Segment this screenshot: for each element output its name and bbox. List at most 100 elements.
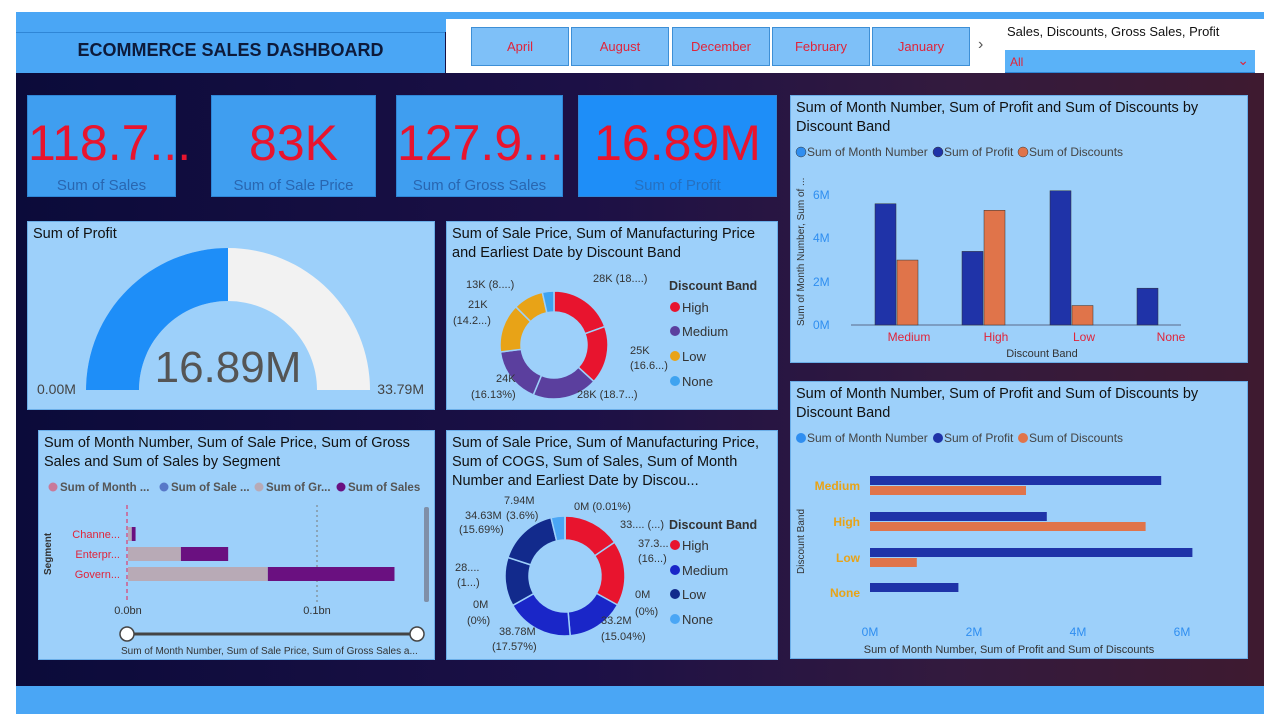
chevron-down-icon[interactable]: ⌄ (1237, 52, 1249, 69)
horizontal-bar[interactable] (870, 558, 917, 567)
measure-dropdown[interactable]: All ⌄ (1005, 50, 1255, 73)
donut-slice-high[interactable] (553, 290, 606, 335)
x-tick: 4M (1070, 625, 1087, 639)
horizontal-bar[interactable] (870, 548, 1193, 557)
y-tick: 0M (813, 318, 830, 332)
x-tick: 0.0bn (114, 605, 142, 617)
kpi-card-sale-price[interactable]: 83K Sum of Sale Price (211, 95, 376, 197)
month-button-december[interactable]: December (672, 27, 770, 66)
legend-item[interactable]: Low (682, 587, 706, 602)
column-bar[interactable] (961, 251, 984, 326)
kpi-value: 83K (249, 115, 338, 171)
slice-label: (15.04%) (601, 631, 646, 643)
legend-dot-month (796, 433, 806, 443)
zoom-slider-handle-right[interactable] (409, 626, 425, 642)
column-bar[interactable] (896, 259, 919, 326)
y-tick: 2M (813, 275, 830, 289)
month-button-february[interactable]: February (772, 27, 870, 66)
donut1-svg: 28K (18....) 25K (16.6...) 28K (18.7...)… (453, 273, 757, 401)
gauge-value: 16.89M (155, 343, 302, 392)
category-label: High (984, 330, 1009, 344)
legend-dot-gross-sales (254, 482, 264, 492)
category-label: Channe... (72, 529, 120, 541)
scrollbar[interactable] (424, 507, 429, 602)
kpi-card-gross-sales[interactable]: 127.9... Sum of Gross Sales (396, 95, 564, 197)
category-label: Govern... (75, 569, 120, 581)
gauge-card[interactable]: Sum of Profit 16.89M 0.00M 33.79M (27, 221, 435, 410)
x-tick: 0.1bn (303, 605, 331, 617)
column-bar[interactable] (874, 203, 897, 326)
x-tick: 2M (966, 625, 983, 639)
stacked-bar-segment[interactable] (131, 527, 136, 541)
month-button-january[interactable]: January (872, 27, 970, 66)
kpi-card-profit[interactable]: 16.89M Sum of Profit (578, 95, 777, 197)
legend-item[interactable]: Sum of Profit (944, 431, 1014, 445)
legend-item[interactable]: None (682, 612, 713, 627)
stacked-bar-segment[interactable] (267, 567, 395, 581)
legend-item[interactable]: Sum of Discounts (1029, 431, 1123, 445)
slice-label: 0M (0.01%) (574, 501, 631, 513)
category-label: Enterpr... (75, 549, 120, 561)
y-tick: 4M (813, 231, 830, 245)
slice-label: 33.2M (601, 615, 632, 627)
legend-item[interactable]: Sum of Sales (348, 482, 420, 494)
zoom-slider-handle-left[interactable] (119, 626, 135, 642)
legend-item[interactable]: Medium (682, 563, 728, 578)
stacked-bar-segment[interactable] (128, 527, 132, 541)
horizontal-bar[interactable] (870, 522, 1146, 531)
legend-item[interactable]: Medium (682, 324, 728, 339)
kpi-value: 16.89M (594, 115, 761, 171)
legend-item[interactable]: Sum of Profit (944, 145, 1014, 159)
measure-dropdown-value: All (1010, 55, 1024, 69)
month-button-august[interactable]: August (571, 27, 669, 66)
legend-dot-high (670, 302, 680, 312)
legend-item[interactable]: Sum of Month ... (60, 482, 149, 494)
slice-label: (14.2...) (453, 315, 491, 327)
horizontal-bar[interactable] (870, 512, 1047, 521)
segment-chart-card[interactable]: Sum of Month Number, Sum of Sale Price, … (38, 430, 435, 660)
legend-dot-month (795, 146, 807, 158)
column-chart-card[interactable]: Sum of Month Number, Sum of Profit and S… (790, 95, 1248, 363)
slice-label: (0%) (467, 615, 490, 627)
slice-label: 28.... (455, 562, 479, 574)
legend-item[interactable]: Sum of Gr... (266, 482, 331, 494)
legend-item[interactable]: None (682, 374, 713, 389)
column-bar[interactable] (983, 210, 1006, 326)
legend-item[interactable]: Sum of Month Number (807, 431, 928, 445)
bar-chart-card[interactable]: Sum of Month Number, Sum of Profit and S… (790, 381, 1248, 659)
donut-card-cogs[interactable]: Sum of Sale Price, Sum of Manufacturing … (446, 430, 778, 660)
legend-item[interactable]: Low (682, 349, 706, 364)
category-label: Low (836, 551, 861, 565)
slice-label: 24K (496, 373, 516, 385)
x-axis-label: Sum of Month Number, Sum of Profit and S… (864, 644, 1155, 656)
horizontal-bar[interactable] (870, 486, 1026, 495)
legend-item[interactable]: Sum of Discounts (1029, 145, 1123, 159)
legend-dot-sale-price (159, 482, 169, 492)
kpi-card-sales[interactable]: 118.7... Sum of Sales (27, 95, 191, 197)
bottom-banner (16, 686, 1264, 714)
column-bar[interactable] (1136, 287, 1159, 326)
slice-label: (16.13%) (471, 389, 516, 401)
donut-slice-low[interactable] (506, 516, 558, 566)
stacked-bar-segment[interactable] (180, 547, 229, 561)
month-button-april[interactable]: April (471, 27, 569, 66)
donut-card-sale-price[interactable]: Sum of Sale Price, Sum of Manufacturing … (446, 221, 778, 410)
horizontal-bar[interactable] (870, 583, 959, 592)
chevron-right-icon[interactable]: › (978, 36, 983, 54)
horizontal-bar[interactable] (870, 476, 1162, 485)
slice-label: 37.3... (638, 538, 669, 550)
stacked-bar-segment[interactable] (128, 547, 181, 561)
legend-item[interactable]: High (682, 538, 709, 553)
legend-dot-profit (933, 433, 943, 443)
slice-label: 25K (630, 345, 650, 357)
column-bar[interactable] (1049, 190, 1072, 326)
column-bar[interactable] (1071, 305, 1094, 326)
legend-item[interactable]: Sum of Sale ... (171, 482, 250, 494)
slice-label: 28K (18....) (593, 273, 647, 285)
legend-item[interactable]: Sum of Month Number (807, 145, 928, 159)
category-label: None (1157, 330, 1186, 344)
slice-label: (3.6%) (506, 510, 538, 522)
legend-dot-none (670, 376, 680, 386)
stacked-bar-segment[interactable] (128, 567, 268, 581)
legend-item[interactable]: High (682, 300, 709, 315)
